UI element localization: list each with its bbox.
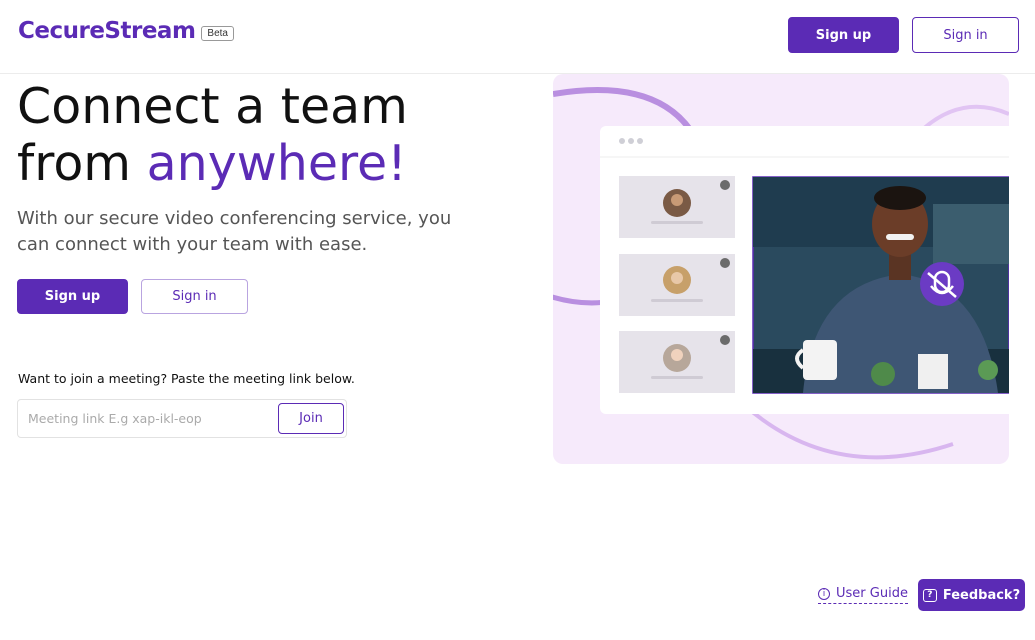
user-guide-label: User Guide <box>836 586 908 601</box>
hero-title-line1: Connect a team <box>17 78 408 135</box>
header-signin-button[interactable]: Sign in <box>912 17 1019 53</box>
join-meeting-form: Join <box>17 399 347 438</box>
hero-title-prefix: from <box>17 135 147 192</box>
user-guide-link[interactable]: i User Guide <box>818 586 908 604</box>
chat-question-icon: ? <box>922 588 937 602</box>
join-meeting-label: Want to join a meeting? Paste the meetin… <box>18 371 355 386</box>
join-button[interactable]: Join <box>278 403 344 434</box>
window-dot-1 <box>619 138 625 144</box>
hero-illustration <box>553 74 1009 464</box>
decor-arc-right <box>921 104 1009 131</box>
feedback-button[interactable]: ? Feedback? <box>918 579 1025 611</box>
meeting-link-input[interactable] <box>18 400 276 437</box>
hero-signup-button[interactable]: Sign up <box>17 279 128 314</box>
hero-title-accent: anywhere! <box>146 135 407 192</box>
microphone-off-icon <box>920 262 964 306</box>
hero-title-line2: from anywhere! <box>17 135 517 192</box>
logo-text: CecureStream <box>18 18 196 44</box>
hero-subtitle: With our secure video conferencing servi… <box>17 208 452 255</box>
beta-badge: Beta <box>201 25 234 41</box>
window-dot-3 <box>637 138 643 144</box>
feedback-label: Feedback? <box>942 587 1021 603</box>
participant-tile-2 <box>619 254 735 316</box>
hero-title: Connect a team from anywhere! <box>17 78 517 192</box>
participant-tile-1 <box>619 176 735 238</box>
info-circle-icon: i <box>818 587 830 600</box>
video-call-illustration <box>553 87 1009 460</box>
hero-signin-button[interactable]: Sign in <box>141 279 248 314</box>
top-header: CecureStream Beta Sign up Sign in <box>0 0 1035 74</box>
window-dot-2 <box>628 138 634 144</box>
main-video-feed <box>752 176 1009 394</box>
brand-logo[interactable]: CecureStream Beta <box>18 18 234 44</box>
participant-tile-3 <box>619 331 735 393</box>
header-signup-button[interactable]: Sign up <box>788 17 899 53</box>
